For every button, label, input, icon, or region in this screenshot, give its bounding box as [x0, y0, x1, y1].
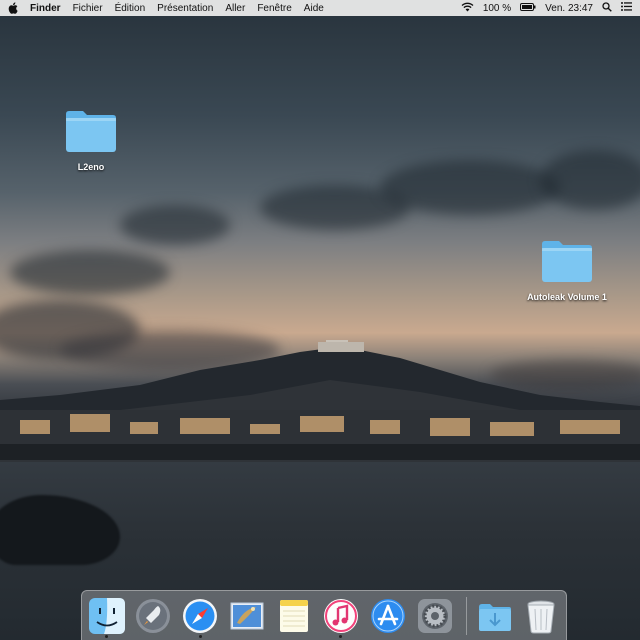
- folder-icon: [66, 111, 116, 152]
- dock-itunes[interactable]: [322, 597, 360, 635]
- dock-launchpad[interactable]: [134, 597, 172, 635]
- battery-percent[interactable]: 100 %: [483, 3, 511, 14]
- dock-mail[interactable]: [228, 597, 266, 635]
- menu-app-name[interactable]: Finder: [30, 3, 61, 14]
- menu-aide[interactable]: Aide: [304, 3, 324, 14]
- battery-icon[interactable]: [520, 2, 536, 14]
- itunes-icon: [324, 599, 358, 633]
- mail-icon: [230, 602, 264, 630]
- notes-icon: [280, 600, 308, 632]
- menu-clock[interactable]: Ven. 23:47: [545, 3, 593, 14]
- desktop-icon-label: L2eno: [77, 162, 105, 172]
- downloads-folder-icon: [479, 604, 511, 631]
- dock-notes[interactable]: [275, 597, 313, 635]
- running-indicator-itunes: [339, 635, 342, 638]
- finder-icon: [89, 598, 125, 634]
- dock-system-preferences[interactable]: [416, 597, 454, 635]
- running-indicator-finder: [105, 635, 108, 638]
- menu-bar: Finder Fichier Édition Présentation Alle…: [0, 0, 640, 16]
- desktop-icon-label: Autoleak Volume 1: [527, 292, 607, 302]
- menu-edition[interactable]: Édition: [115, 3, 146, 14]
- desktop-folder-autoleak-volume-1[interactable]: Autoleak Volume 1: [517, 238, 617, 302]
- dock-downloads[interactable]: [476, 597, 514, 635]
- running-indicator-safari: [199, 635, 202, 638]
- dock-separator: [466, 597, 467, 635]
- dock-trash[interactable]: [522, 597, 560, 635]
- dock: [81, 590, 567, 640]
- dock-app-store[interactable]: [369, 597, 407, 635]
- app-store-icon: [371, 599, 405, 633]
- menu-presentation[interactable]: Présentation: [157, 3, 213, 14]
- system-preferences-icon: [418, 599, 452, 633]
- dock-safari[interactable]: [181, 597, 219, 635]
- folder-icon: [542, 241, 592, 282]
- apple-menu-icon[interactable]: [8, 2, 20, 14]
- safari-icon: [183, 599, 217, 633]
- menu-fenetre[interactable]: Fenêtre: [257, 3, 291, 14]
- desktop-folder-l2eno[interactable]: L2eno: [41, 108, 141, 172]
- menu-fichier[interactable]: Fichier: [73, 3, 103, 14]
- menu-aller[interactable]: Aller: [225, 3, 245, 14]
- wifi-icon[interactable]: [461, 2, 474, 15]
- trash-icon: [527, 600, 555, 634]
- launchpad-icon: [136, 599, 170, 633]
- dock-finder[interactable]: [88, 597, 126, 635]
- spotlight-search-icon[interactable]: [602, 1, 612, 15]
- notification-center-icon[interactable]: [621, 2, 632, 14]
